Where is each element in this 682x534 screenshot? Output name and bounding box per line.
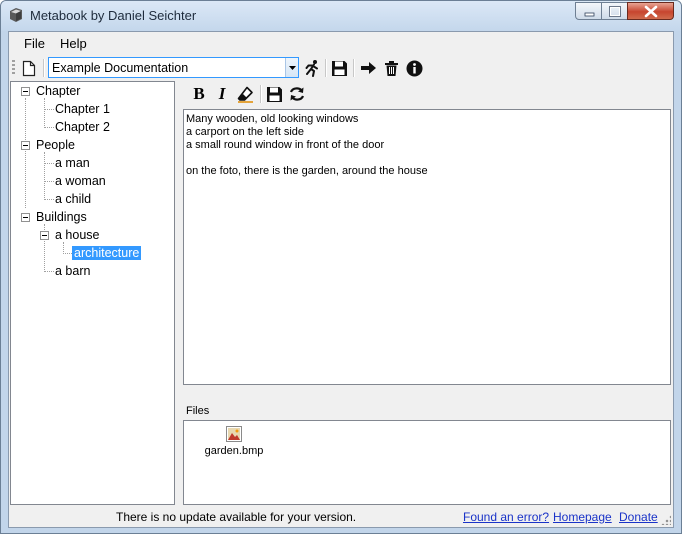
tree-line: [25, 98, 26, 208]
app-window: Metabook by Daniel Seichter File Help Ex…: [0, 0, 682, 534]
editor-save-button[interactable]: [264, 84, 284, 104]
bold-button[interactable]: B: [189, 84, 209, 104]
new-document-button[interactable]: [19, 58, 39, 78]
editor-line: a carport on the left side: [186, 126, 305, 138]
refresh-icon: [289, 87, 305, 101]
tree-line: [44, 98, 45, 128]
donate-link[interactable]: Donate: [619, 510, 658, 524]
italic-icon: I: [218, 84, 226, 103]
tree-node-chapter[interactable]: Chapter: [36, 84, 80, 98]
files-label: Files: [186, 405, 210, 417]
menu-file[interactable]: File: [24, 36, 45, 51]
file-item[interactable]: garden.bmp: [204, 426, 264, 457]
eraser-icon: [237, 86, 253, 103]
tree-node-buildings[interactable]: Buildings: [36, 210, 87, 224]
info-icon: [406, 60, 422, 76]
eraser-button[interactable]: [235, 84, 255, 104]
tree-node-a-woman[interactable]: a woman: [55, 174, 106, 188]
resize-grip[interactable]: [661, 515, 671, 525]
delete-button[interactable]: [381, 58, 401, 78]
main-toolbar: Example Documentation: [9, 55, 673, 81]
found-error-link[interactable]: Found an error?: [463, 510, 549, 524]
tree-line: [44, 109, 54, 110]
tree-line: [44, 199, 54, 200]
info-button[interactable]: [404, 58, 424, 78]
tree-node-a-child[interactable]: a child: [55, 192, 91, 206]
window-title: Metabook by Daniel Seichter: [30, 8, 197, 23]
tree-node-a-barn[interactable]: a barn: [55, 264, 90, 278]
menu-help[interactable]: Help: [60, 36, 87, 51]
combo-dropdown-button[interactable]: [285, 58, 298, 77]
trash-icon: [384, 60, 398, 76]
bitmap-file-icon: [226, 426, 242, 442]
run-button[interactable]: [302, 58, 322, 78]
minimize-button[interactable]: [575, 2, 602, 20]
tree-line: [44, 271, 54, 272]
close-button[interactable]: [627, 2, 674, 20]
editor-line: a small round window in front of the doo…: [186, 139, 385, 151]
tree-expander-people[interactable]: [21, 141, 30, 150]
export-button[interactable]: [358, 58, 378, 78]
file-name: garden.bmp: [204, 445, 264, 457]
chevron-down-icon: [288, 65, 296, 70]
client-area: File Help Example Documentation Chapter …: [8, 31, 674, 528]
tree-expander-chapter[interactable]: [21, 87, 30, 96]
combo-value: Example Documentation: [52, 61, 189, 75]
save-icon: [266, 86, 282, 102]
tree-line: [63, 253, 72, 254]
editor-toolbar: B I: [181, 83, 671, 105]
refresh-button[interactable]: [287, 84, 307, 104]
minimize-icon: [584, 12, 595, 17]
maximize-button[interactable]: [601, 2, 628, 20]
book-icon: [10, 8, 22, 22]
title-bar[interactable]: Metabook by Daniel Seichter: [1, 1, 681, 31]
close-icon: [644, 5, 658, 18]
tree-node-people[interactable]: People: [36, 138, 75, 152]
tree-line: [44, 127, 54, 128]
tree-expander-buildings[interactable]: [21, 213, 30, 222]
editor-line: Many wooden, old looking windows: [186, 113, 359, 125]
tree-expander-a-house[interactable]: [40, 231, 49, 240]
tree-line: [44, 163, 54, 164]
italic-button[interactable]: I: [212, 84, 232, 104]
menu-bar: File Help: [9, 32, 673, 54]
files-list[interactable]: garden.bmp: [183, 420, 671, 505]
editor-line: on the foto, there is the garden, around…: [186, 165, 428, 177]
bold-icon: B: [193, 84, 205, 103]
tree-view[interactable]: Chapter Chapter 1 Chapter 2 People a man…: [10, 81, 175, 505]
tree-node-chapter-2[interactable]: Chapter 2: [55, 120, 110, 134]
save-button[interactable]: [329, 58, 349, 78]
tree-node-architecture[interactable]: architecture: [72, 246, 142, 260]
status-bar: There is no update available for your ve…: [9, 506, 673, 527]
update-status: There is no update available for your ve…: [116, 510, 357, 524]
tree-node-chapter-1[interactable]: Chapter 1: [55, 102, 110, 116]
new-document-icon: [22, 60, 36, 76]
tree-node-a-house[interactable]: a house: [55, 228, 99, 242]
notes-editor[interactable]: Many wooden, old looking windows a carpo…: [183, 109, 671, 385]
arrow-right-icon: [360, 62, 376, 74]
documentation-combo[interactable]: Example Documentation: [48, 57, 299, 78]
run-icon: [305, 60, 318, 77]
maximize-icon: [609, 6, 621, 17]
toolbar-separator: [260, 85, 262, 103]
toolbar-separator: [325, 59, 327, 77]
tree-line: [44, 181, 54, 182]
toolbar-separator: [353, 59, 355, 77]
toolbar-separator: [43, 59, 45, 77]
tree-node-a-man[interactable]: a man: [55, 156, 90, 170]
tree-line: [44, 152, 45, 200]
toolbar-grip[interactable]: [12, 60, 15, 76]
homepage-link[interactable]: Homepage: [553, 510, 612, 524]
save-icon: [331, 60, 347, 76]
